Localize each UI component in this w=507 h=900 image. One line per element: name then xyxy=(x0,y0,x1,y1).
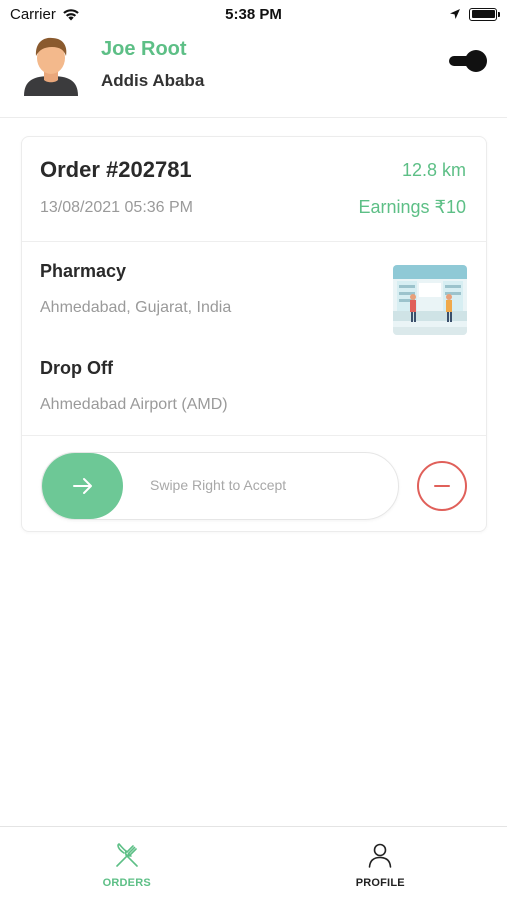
wifi-icon xyxy=(63,8,79,20)
swipe-label: Swipe Right to Accept xyxy=(150,477,287,493)
online-toggle[interactable] xyxy=(449,50,487,72)
order-distance: 12.8 km xyxy=(401,160,466,180)
pickup-address: Ahmedabad, Gujarat, India xyxy=(40,299,232,316)
order-number: Order #202781 xyxy=(40,157,192,182)
tab-profile-label: PROFILE xyxy=(355,877,405,889)
tab-profile[interactable]: PROFILE xyxy=(254,827,507,900)
location-arrow-icon xyxy=(450,9,460,19)
status-left: Carrier xyxy=(10,6,80,23)
reject-order-button[interactable] xyxy=(417,461,467,511)
minus-icon xyxy=(434,485,450,487)
drop-title: Drop Off xyxy=(40,358,113,378)
profile-header: Joe Root Addis Ababa xyxy=(0,28,507,118)
order-earnings: Earnings ₹10 xyxy=(358,197,466,217)
user-city: Addis Ababa xyxy=(101,71,205,90)
order-card[interactable]: Order #202781 12.8 km 13/08/2021 05:36 P… xyxy=(21,136,487,532)
drop-address: Ahmedabad Airport (AMD) xyxy=(40,396,228,413)
card-divider xyxy=(22,435,486,436)
arrow-right-icon xyxy=(72,478,92,494)
pickup-title: Pharmacy xyxy=(40,261,127,281)
status-bar: Carrier 5:38 PM xyxy=(0,0,507,28)
carrier-label: Carrier xyxy=(10,5,56,23)
battery-icon xyxy=(469,7,500,21)
swipe-handle[interactable] xyxy=(42,453,123,519)
swipe-to-accept-slider[interactable]: Swipe Right to Accept xyxy=(41,452,399,520)
avatar[interactable] xyxy=(22,34,80,96)
order-date: 13/08/2021 05:36 PM xyxy=(40,199,194,216)
card-divider xyxy=(22,241,486,242)
tab-orders-label: ORDERS xyxy=(102,877,151,889)
fork-knife-icon xyxy=(115,843,138,867)
bottom-tab-bar: ORDERS PROFILE xyxy=(0,826,507,900)
user-name: Joe Root xyxy=(101,38,187,60)
status-right xyxy=(449,7,500,21)
pharmacy-image xyxy=(393,265,467,335)
person-icon xyxy=(368,843,392,868)
tab-orders[interactable]: ORDERS xyxy=(0,827,254,900)
